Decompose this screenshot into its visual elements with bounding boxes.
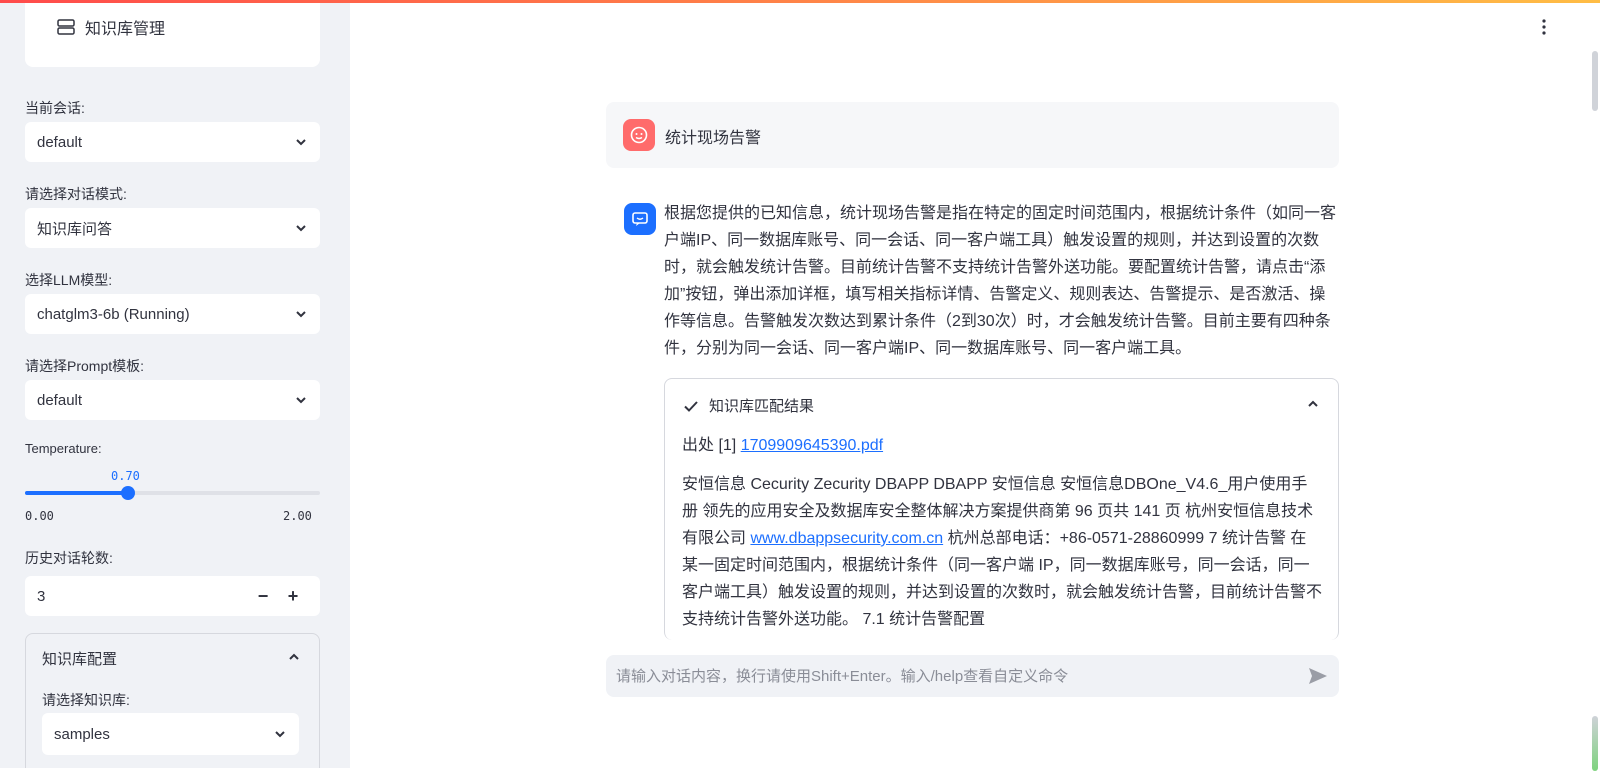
chat-input-box [606,655,1339,697]
chevron-down-icon [296,139,306,146]
kb-result-expander: 知识库匹配结果 出处 [1] 1709909645390.pdf 安恒信息 Ce… [664,378,1339,640]
chevron-up-icon[interactable] [1306,397,1320,411]
nav-item-label: 知识库管理 [85,21,166,38]
assistant-message-text: 根据您提供的已知信息，统计现场告警是指在特定的固定时间范围内，根据统计条件（如同… [664,205,1337,357]
mode-label: 请选择对话模式: [25,186,127,202]
kb-result-body: 安恒信息 Cecurity Zecurity DBAPP DBAPP 安恒信息 … [682,471,1322,633]
kb-result-title: 知识库匹配结果 [709,398,815,415]
chat-bubble-icon [632,212,648,226]
llm-select[interactable]: chatglm3-6b (Running) [25,294,320,334]
decrement-button[interactable]: − [248,586,278,607]
chevron-up-icon[interactable] [287,650,301,664]
nav-item-knowledge-base[interactable]: 知识库管理 [57,15,165,39]
history-value: 3 [37,587,46,605]
history-label: 历史对话轮数: [25,550,113,566]
scrollbar-top-thumb[interactable] [1592,51,1598,111]
source-link[interactable]: 1709909645390.pdf [741,437,883,454]
nav-card: 知识库管理 [25,3,320,67]
kebab-menu-icon[interactable] [1534,17,1554,37]
website-link[interactable]: www.dbappsecurity.com.cn [750,530,943,547]
kb-select-label: 请选择知识库: [42,692,130,708]
kb-config-title: 知识库配置 [42,651,118,668]
slider-thumb[interactable] [121,486,136,500]
scrollbar[interactable] [1590,51,1600,771]
sidebar: 知识库管理 当前会话: default 请选择对话模式: 知识库问答 选择LLM… [0,3,350,768]
history-stepper[interactable]: 3 − + [25,576,320,616]
database-icon [57,19,75,35]
assistant-avatar [624,203,656,235]
chat-input[interactable] [616,667,1307,685]
temperature-value: 0.70 [111,469,140,483]
kb-result-header[interactable]: 知识库匹配结果 [683,395,814,416]
prompt-value: default [37,391,83,409]
session-select[interactable]: default [25,122,320,162]
llm-label: 选择LLM模型: [25,272,113,288]
kb-config-expander: 知识库配置 请选择知识库: samples [25,633,320,768]
kb-result-source: 出处 [1] 1709909645390.pdf [682,431,883,455]
slider-max-label: 2.00 [283,509,312,523]
chevron-down-icon [296,397,306,404]
scrollbar-thumb[interactable] [1592,716,1598,771]
temperature-label: Temperature: [25,441,102,456]
temperature-slider[interactable] [25,486,320,500]
mode-select[interactable]: 知识库问答 [25,208,320,248]
session-value: default [37,133,83,151]
source-prefix: 出处 [1] [682,437,741,454]
session-label: 当前会话: [25,100,85,116]
mode-value: 知识库问答 [37,220,113,238]
user-message: 统计现场告警 [606,102,1339,168]
kb-select[interactable]: samples [42,713,299,755]
slider-min-label: 0.00 [25,509,54,523]
user-message-text: 统计现场告警 [665,130,762,147]
kb-select-value: samples [54,725,110,743]
user-face-icon [630,126,648,144]
user-avatar [623,119,655,151]
increment-button[interactable]: + [278,586,308,607]
prompt-select[interactable]: default [25,380,320,420]
check-icon [684,400,698,412]
prompt-label: 请选择Prompt模板: [25,358,145,374]
llm-value: chatglm3-6b (Running) [37,305,190,323]
send-icon[interactable] [1307,665,1329,687]
slider-fill [25,491,129,495]
chevron-down-icon [275,731,285,738]
chevron-down-icon [296,311,306,318]
chevron-down-icon [296,225,306,232]
